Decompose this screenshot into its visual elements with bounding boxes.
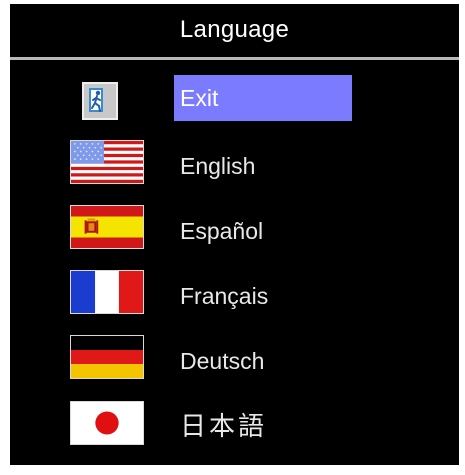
- germany-flag-icon: [70, 335, 144, 379]
- title-bar: Language: [10, 4, 459, 56]
- menu-item-espanol[interactable]: Español: [174, 208, 263, 254]
- menu-item-japanese[interactable]: 日本語: [174, 404, 267, 450]
- exit-icon[interactable]: [82, 82, 118, 120]
- title-divider: [10, 57, 459, 60]
- menu-item-english[interactable]: English: [174, 143, 255, 189]
- us-flag-icon: [70, 140, 144, 184]
- menu-item-francais[interactable]: Français: [174, 273, 268, 319]
- menu-item-deutsch[interactable]: Deutsch: [174, 338, 264, 384]
- spain-flag-icon: [70, 205, 144, 249]
- france-flag-icon: [70, 270, 144, 314]
- japan-flag-icon: [70, 401, 144, 445]
- menu-item-exit[interactable]: Exit: [174, 75, 352, 121]
- language-osd-panel: Language Exit English Español Français D…: [10, 4, 459, 465]
- menu-title: Language: [179, 16, 290, 43]
